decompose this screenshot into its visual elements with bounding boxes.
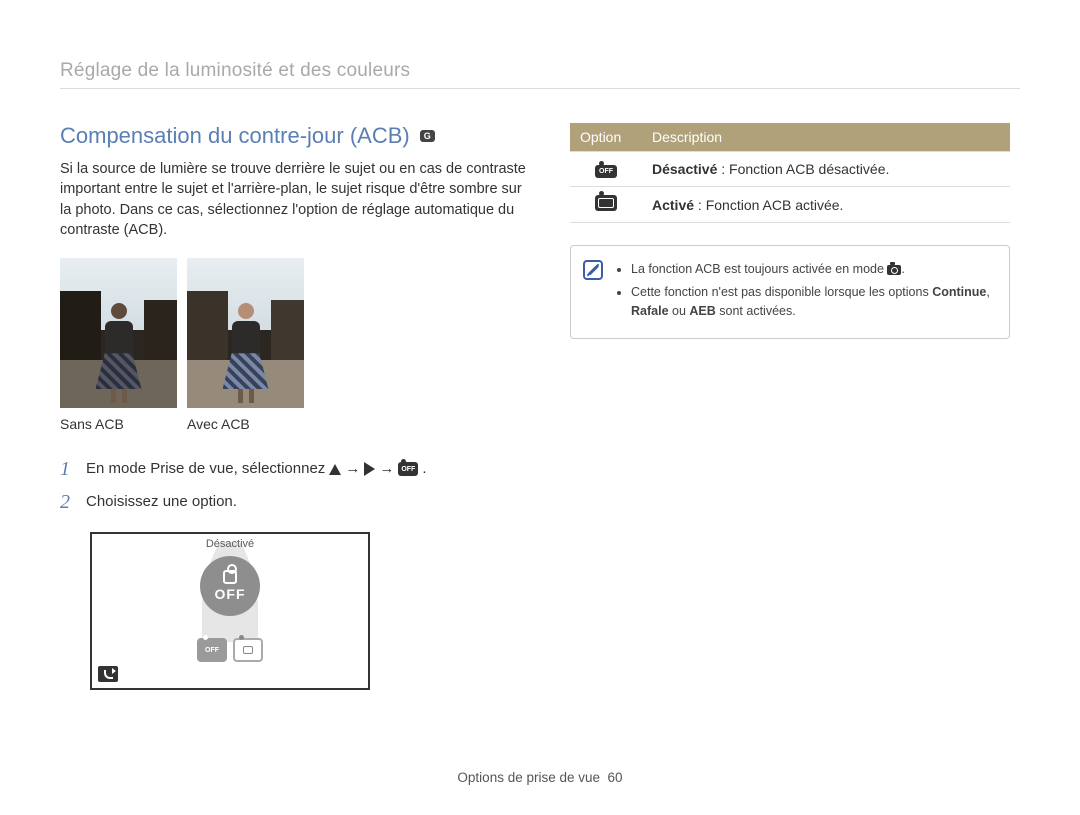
note2-continue: Continue xyxy=(932,285,986,299)
acb-on-icon xyxy=(595,195,617,211)
note2-or: ou xyxy=(669,304,690,318)
th-description: Description xyxy=(642,123,1010,152)
table-row: OFF Désactivé : Fonction ACB désactivée. xyxy=(570,152,1010,187)
note-line-1: La fonction ACB est toujours activée en … xyxy=(631,260,993,279)
opt-on-bold: Activé xyxy=(652,197,694,213)
opt-on-rest: : Fonction ACB activée. xyxy=(694,197,843,213)
step-2: 2 Choisissez une option. xyxy=(60,491,530,514)
opt-icon-on-cell xyxy=(570,187,642,223)
note1-pre: La fonction ACB est toujours activée en … xyxy=(631,262,887,276)
step-2-text: Choisissez une option. xyxy=(86,491,237,514)
acb-option-off[interactable]: OFF xyxy=(197,638,227,662)
step-1-prefix: En mode Prise de vue, sélectionnez xyxy=(86,458,325,481)
acb-option-on[interactable] xyxy=(233,638,263,662)
photo-captions: Sans ACB Avec ACB xyxy=(60,416,530,432)
step-number: 2 xyxy=(60,491,74,514)
section-body: Si la source de lumière se trouve derriè… xyxy=(60,159,530,240)
note-icon xyxy=(583,260,603,280)
nav-right-icon xyxy=(364,462,375,476)
option-table: Option Description OFF Désactivé : Fonct… xyxy=(570,123,1010,223)
section-title: Compensation du contre-jour (ACB) G xyxy=(60,123,530,149)
note1-post: . xyxy=(901,262,904,276)
off-text: OFF xyxy=(215,586,246,602)
example-photos xyxy=(60,258,530,408)
note-line-2: Cette fonction n'est pas disponible lors… xyxy=(631,283,993,321)
acb-off-icon: OFF xyxy=(398,462,418,476)
back-arrow-icon xyxy=(104,670,113,679)
opt-desc-on: Activé : Fonction ACB activée. xyxy=(642,187,1010,223)
footer-page-number: 60 xyxy=(608,770,623,785)
content-columns: Compensation du contre-jour (ACB) G Si l… xyxy=(60,123,1020,690)
step-1-dot: . xyxy=(422,458,426,481)
page-footer: Options de prise de vue 60 xyxy=(0,770,1080,785)
acb-option-row: OFF xyxy=(197,638,263,662)
camera-mode-icon: G xyxy=(420,130,435,142)
step-number: 1 xyxy=(60,458,74,481)
camera-screen-preview: Désactivé OFF OFF xyxy=(90,532,370,690)
opt-off-rest: : Fonction ACB désactivée. xyxy=(717,161,889,177)
step-1-text: En mode Prise de vue, sélectionnez → → O… xyxy=(86,458,426,481)
nav-up-icon xyxy=(329,464,341,475)
step-1: 1 En mode Prise de vue, sélectionnez → →… xyxy=(60,458,530,481)
left-column: Compensation du contre-jour (ACB) G Si l… xyxy=(60,123,530,690)
caption-without-acb: Sans ACB xyxy=(60,416,177,432)
camera-icon xyxy=(887,265,901,275)
opt-desc-off: Désactivé : Fonction ACB désactivée. xyxy=(642,152,1010,187)
acb-status-label: Désactivé xyxy=(206,538,254,550)
header-divider xyxy=(60,88,1020,89)
steps-list: 1 En mode Prise de vue, sélectionnez → →… xyxy=(60,458,530,514)
note2-rafale: Rafale xyxy=(631,304,669,318)
right-column: Option Description OFF Désactivé : Fonct… xyxy=(570,123,1010,690)
note2-aeb: AEB xyxy=(689,304,715,318)
th-option: Option xyxy=(570,123,642,152)
acb-off-icon: OFF xyxy=(595,165,617,178)
caption-with-acb: Avec ACB xyxy=(187,416,304,432)
note2-pre: Cette fonction n'est pas disponible lors… xyxy=(631,285,932,299)
arrow-1: → xyxy=(345,458,360,481)
opt-off-bold: Désactivé xyxy=(652,161,717,177)
opt-icon-off-cell: OFF xyxy=(570,152,642,187)
acb-off-indicator-large: OFF xyxy=(200,556,260,616)
note2-post: sont activées. xyxy=(716,304,796,318)
table-row: Activé : Fonction ACB activée. xyxy=(570,187,1010,223)
note2-comma: , xyxy=(986,285,989,299)
page-header-title: Réglage de la luminosité et des couleurs xyxy=(60,60,1020,82)
footer-section: Options de prise de vue xyxy=(457,770,600,785)
section-title-text: Compensation du contre-jour (ACB) xyxy=(60,123,410,149)
arrow-2: → xyxy=(379,458,394,481)
photo-without-acb xyxy=(60,258,177,408)
back-button[interactable] xyxy=(98,666,118,682)
photo-with-acb xyxy=(187,258,304,408)
note-box: La fonction ACB est toujours activée en … xyxy=(570,245,1010,339)
